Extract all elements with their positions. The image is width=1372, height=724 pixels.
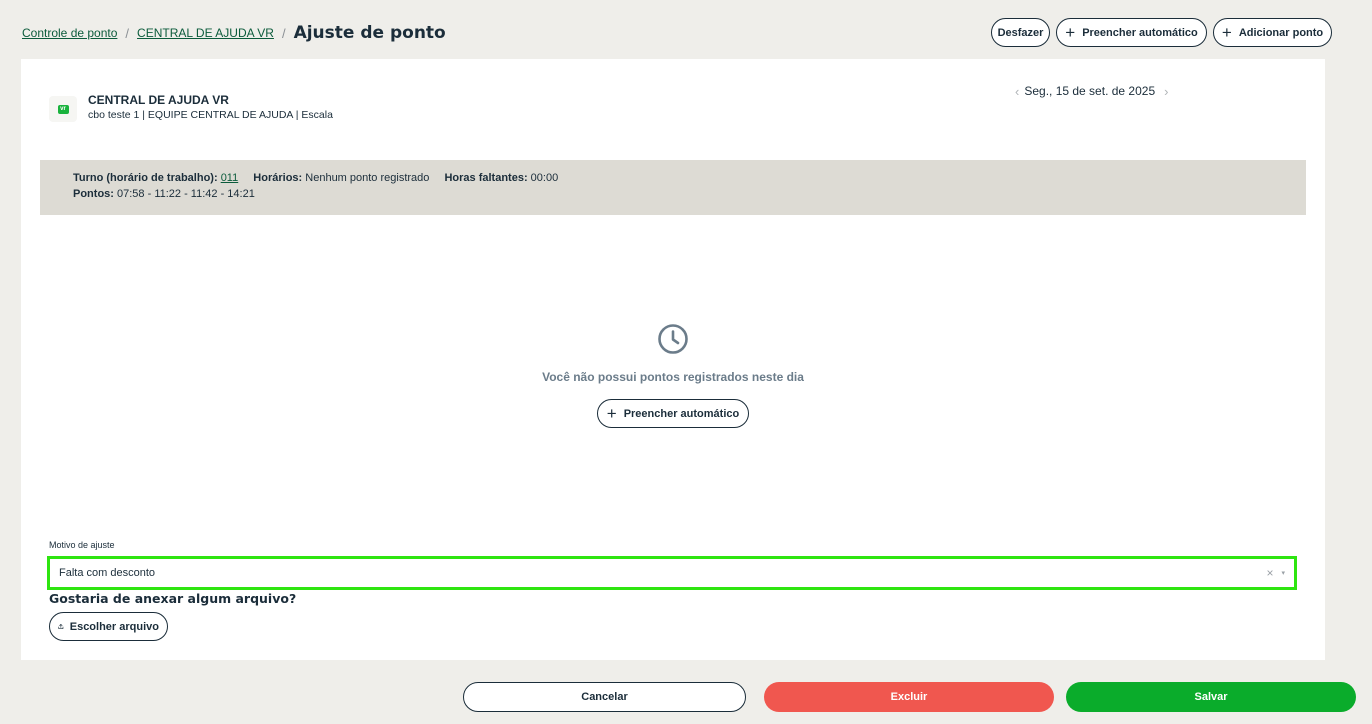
motivo-selected-value: Falta com desconto [59,567,155,579]
save-button[interactable]: Salvar [1066,682,1356,712]
undo-button-label: Desfazer [997,26,1044,39]
employee-details: cbo teste 1 | EQUIPE CENTRAL DE AJUDA | … [88,109,333,121]
current-date: Seg., 15 de set. de 2025 [1024,84,1156,98]
clock-icon [658,324,688,354]
empty-state-autofill-button[interactable]: + Preencher automático [597,399,749,428]
choose-file-button[interactable]: Escolher arquivo [49,612,168,641]
undo-button[interactable]: Desfazer [991,18,1050,47]
empty-state-autofill-label: Preencher automático [623,407,740,420]
empty-state-message: Você não possui pontos registrados neste… [542,370,804,384]
attachment-question: Gostaria de anexar algum arquivo? [49,591,297,606]
plus-icon: + [1065,23,1076,42]
pontos-label: Pontos: [73,188,114,200]
delete-button[interactable]: Excluir [764,682,1054,712]
chevron-right-icon[interactable]: › [1159,84,1173,99]
autofill-button[interactable]: + Preencher automático [1056,18,1207,47]
summary-band: Turno (horário de trabalho): 011 Horário… [40,160,1306,215]
faltantes-value: 00:00 [530,172,559,184]
summary-line-2: Pontos: 07:58 - 11:22 - 11:42 - 14:21 [73,188,255,200]
date-navigator: ‹ Seg., 15 de set. de 2025 › [1010,82,1173,100]
plus-icon: + [606,404,617,423]
horarios-value: Nenhum ponto registrado [305,172,430,184]
add-point-button-label: Adicionar ponto [1238,26,1324,39]
company-logo: vr [49,96,77,122]
motivo-select[interactable]: Falta com desconto × ▾ [47,556,1297,590]
page-title: Ajuste de ponto [293,23,446,43]
summary-line-1: Turno (horário de trabalho): 011 Horário… [73,172,558,184]
upload-icon [58,623,64,629]
plus-icon: + [1221,23,1232,42]
choose-file-label: Escolher arquivo [69,620,159,633]
motivo-label: Motivo de ajuste [49,540,115,550]
breadcrumb-separator: / [281,25,286,41]
breadcrumb-separator: / [125,25,130,41]
caret-down-icon[interactable]: ▾ [1281,569,1285,577]
pontos-value: 07:58 - 11:22 - 11:42 - 14:21 [117,188,255,200]
clear-icon[interactable]: × [1266,566,1273,580]
breadcrumb-link-controle-de-ponto[interactable]: Controle de ponto [22,26,117,40]
chevron-left-icon[interactable]: ‹ [1010,84,1024,99]
add-point-button[interactable]: + Adicionar ponto [1213,18,1332,47]
turno-link[interactable]: 011 [221,172,239,184]
breadcrumb-link-central[interactable]: CENTRAL DE AJUDA VR [137,26,274,40]
vr-logo-icon: vr [57,104,69,114]
horarios-label: Horários: [253,172,303,184]
cancel-button[interactable]: Cancelar [463,682,746,712]
turno-label: Turno (horário de trabalho): [73,172,218,184]
breadcrumb: Controle de ponto / CENTRAL DE AJUDA VR … [22,20,446,46]
faltantes-label: Horas faltantes: [444,172,528,184]
company-name: CENTRAL DE AJUDA VR [88,93,229,107]
autofill-button-label: Preencher automático [1082,26,1198,39]
